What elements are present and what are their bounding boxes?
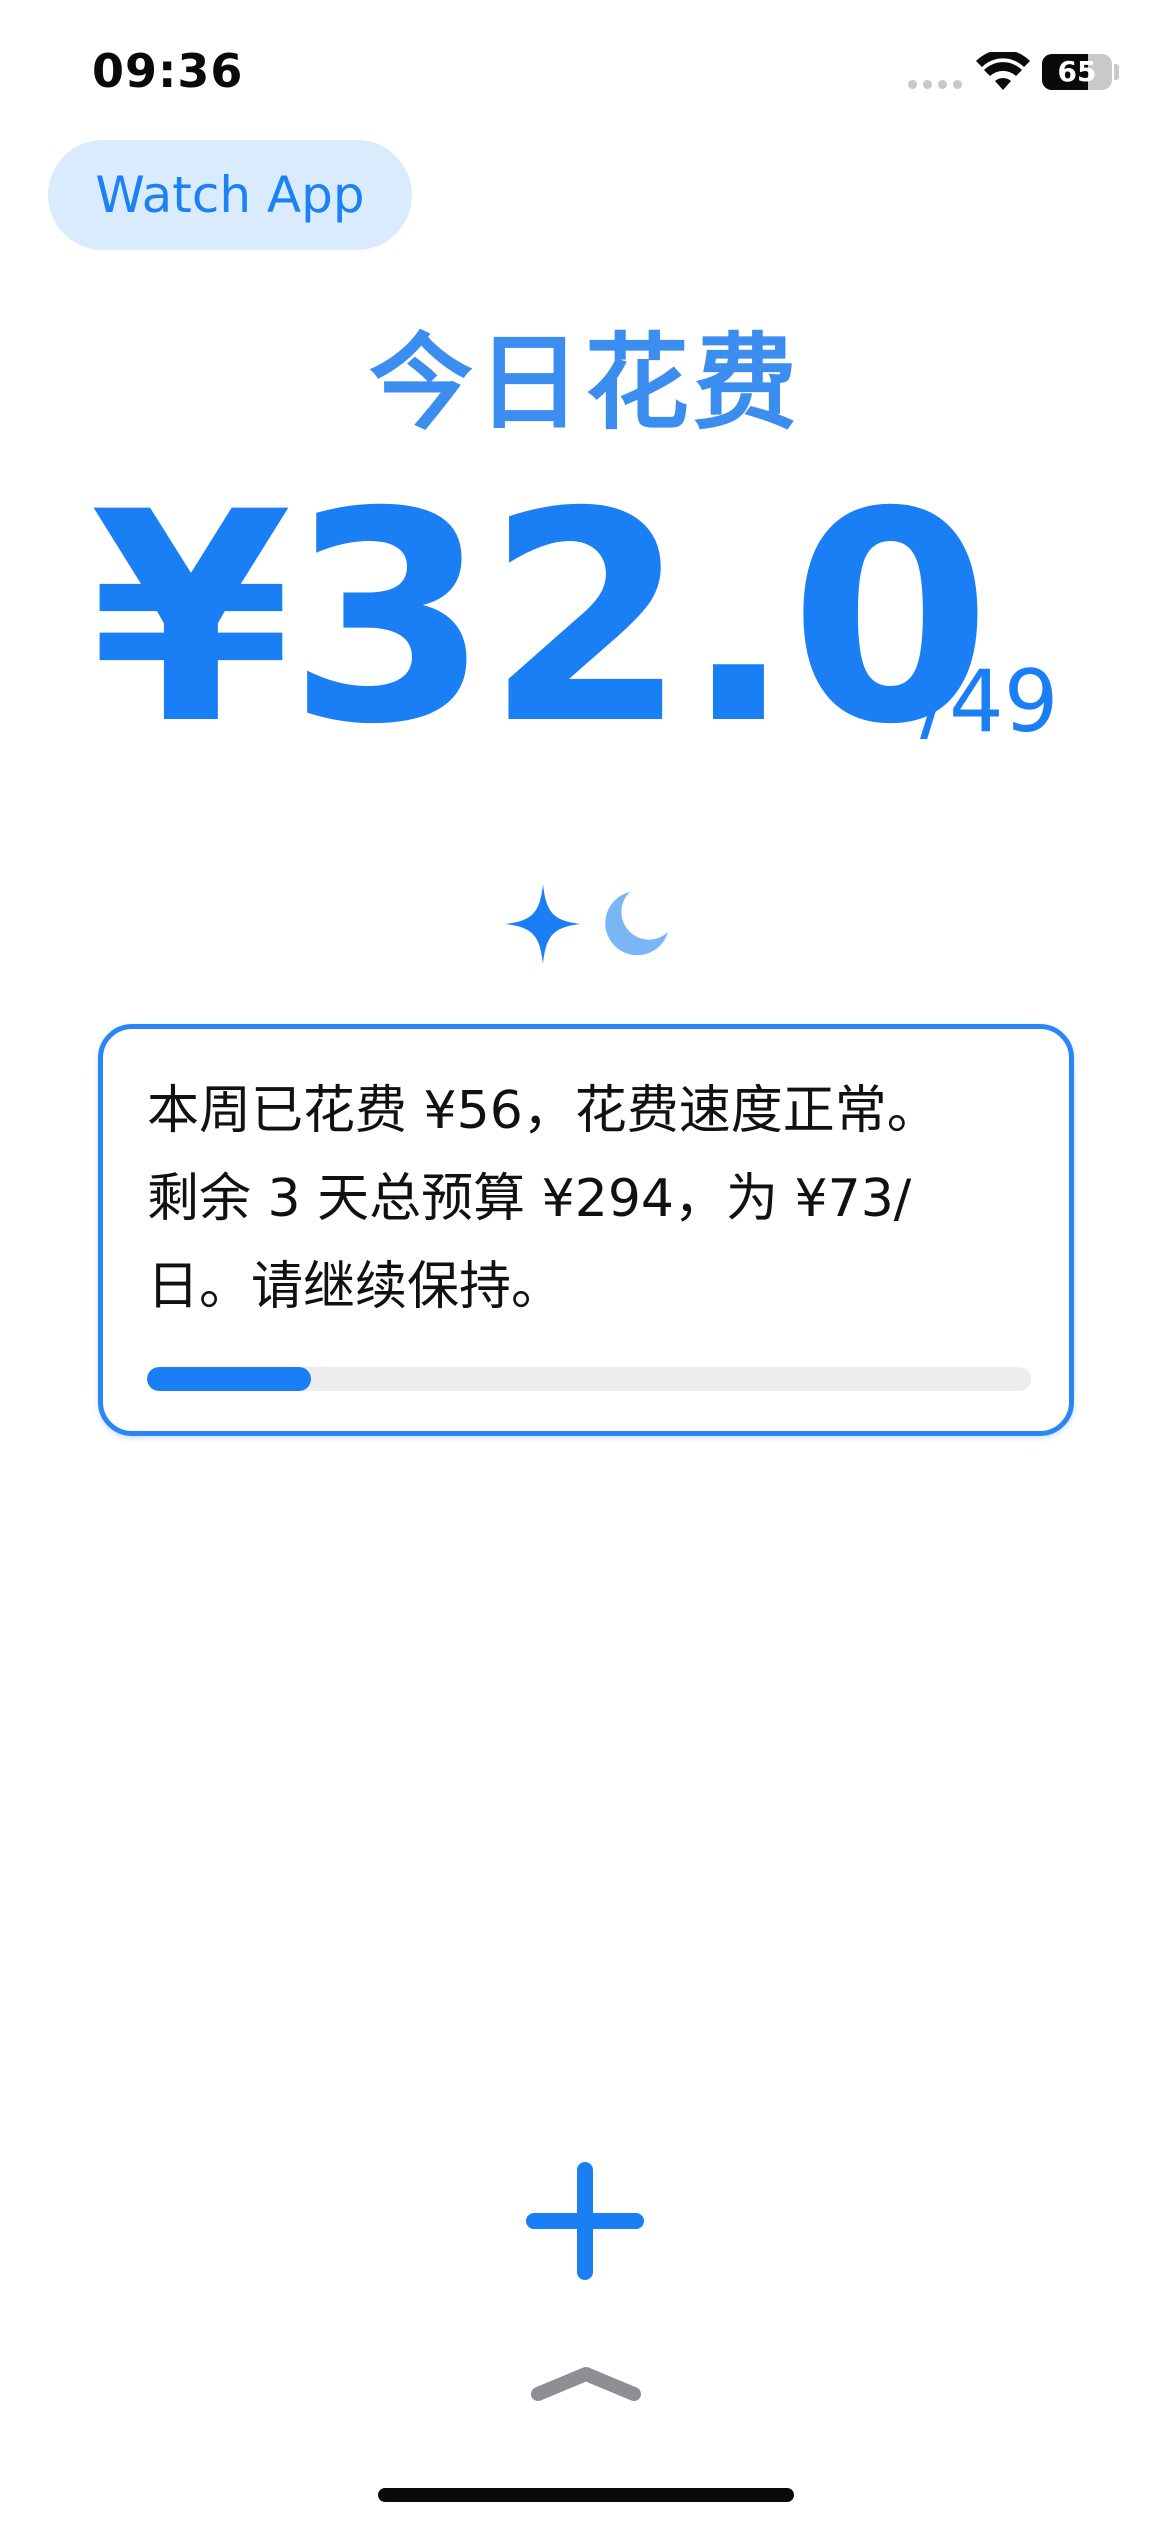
budget-progress-bar xyxy=(147,1367,1031,1391)
moon-icon xyxy=(605,892,668,956)
cellular-signal-icon xyxy=(908,80,962,89)
sparkle-icon xyxy=(505,884,581,964)
summary-text: 本周已花费 ¥56，花费速度正常。 剩余 3 天总预算 ¥294，为 ¥73/ … xyxy=(147,1067,1027,1331)
battery-level: 65 xyxy=(1057,55,1097,88)
spent-amount: ¥32.0 xyxy=(90,451,991,788)
battery-cap xyxy=(1114,64,1119,80)
wifi-icon xyxy=(976,52,1030,90)
weekly-summary-card: 本周已花费 ¥56，花费速度正常。 剩余 3 天总预算 ¥294，为 ¥73/ … xyxy=(98,1024,1074,1436)
watch-app-button[interactable]: Watch App xyxy=(48,140,412,250)
status-time: 09:36 xyxy=(92,44,244,98)
battery-icon: 65 xyxy=(1042,54,1112,90)
budget-progress-fill xyxy=(147,1367,311,1391)
home-indicator[interactable] xyxy=(378,2488,794,2502)
page-title: 今日花费 xyxy=(368,322,801,444)
summary-line: 日。请继续保持。 xyxy=(147,1257,564,1317)
daily-budget: /49 xyxy=(920,652,1059,752)
add-expense-button[interactable] xyxy=(522,2158,648,2284)
plus-icon xyxy=(526,2162,644,2280)
chevron-up-icon[interactable] xyxy=(530,2362,642,2406)
spending-amount-row: ¥32.0 /49 xyxy=(90,470,1090,770)
summary-line: 本周已花费 ¥56，花费速度正常。 xyxy=(147,1081,939,1141)
summary-line: 剩余 3 天总预算 ¥294，为 ¥73/ xyxy=(147,1169,912,1229)
